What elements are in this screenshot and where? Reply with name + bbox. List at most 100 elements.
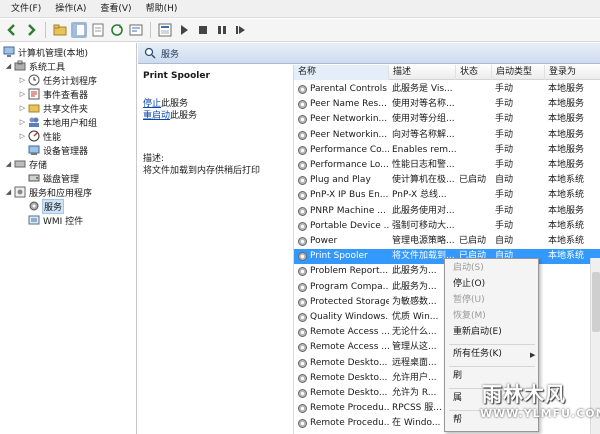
expand-arrow-icon[interactable]: ▷	[18, 104, 27, 112]
restart-service-line: 重启动此服务	[143, 110, 288, 122]
menu-item-help[interactable]: 帮	[453, 413, 462, 428]
cell-description-text: 允许用户...	[392, 372, 437, 383]
forward-icon[interactable]	[23, 22, 39, 38]
collapse-arrow-icon[interactable]: ◢	[4, 160, 13, 168]
cell-name-text: Peer Networkin...	[310, 114, 388, 125]
expand-arrow-icon[interactable]: ▷	[18, 90, 27, 98]
cell-name: PnP-X IP Bus En...	[294, 188, 389, 203]
stop-icon[interactable]	[195, 22, 211, 38]
table-row[interactable]: Parental Controls 此服务是 Vis... 手动 本地服务	[294, 82, 600, 97]
service-gear-icon	[298, 191, 307, 201]
service-gear-icon	[298, 206, 307, 216]
cell-description-text: 使用对等名称...	[392, 99, 455, 110]
service-gear-icon	[298, 237, 307, 246]
up-folder-icon[interactable]	[52, 22, 68, 38]
refresh-icon[interactable]	[90, 22, 106, 38]
column-header-name[interactable]: 名称	[294, 65, 389, 80]
help-icon[interactable]	[128, 22, 144, 38]
expand-arrow-icon[interactable]: ▷	[18, 132, 27, 140]
menu-item-all-tasks[interactable]: 所有任务(K)	[453, 347, 502, 362]
column-header-status[interactable]: 状态	[456, 65, 492, 80]
pause-icon[interactable]	[214, 22, 230, 38]
table-row[interactable]: Peer Name Res... 使用对等名称... 手动 本地服务	[294, 97, 600, 112]
collapse-arrow-icon[interactable]: ◢	[4, 188, 13, 196]
tree-item-event-viewer[interactable]: ▷ 事件查看器	[18, 87, 88, 101]
stop-service-link[interactable]: 停止	[143, 99, 161, 109]
tree-item-performance[interactable]: ▷ 性能	[18, 129, 61, 143]
scrollbar-thumb[interactable]	[592, 272, 600, 332]
tree-label: 服务	[41, 198, 65, 214]
event-viewer-icon	[28, 88, 40, 100]
cell-description-text: 强制可移动大...	[392, 220, 455, 231]
table-row[interactable]: Performance Co... Enables rem... 手动 本地服务	[294, 143, 600, 158]
tree-item-local-users[interactable]: ▷ 本地用户和组	[18, 115, 97, 129]
menu-separator	[449, 366, 535, 367]
table-row[interactable]: Peer Networkin... 向对等名称解... 手动 本地服务	[294, 128, 600, 143]
service-gear-icon	[298, 419, 307, 429]
expand-arrow-icon[interactable]: ▷	[18, 76, 27, 84]
column-header-startup-type[interactable]: 启动类型	[492, 65, 545, 80]
table-row[interactable]: PnP-X IP Bus En... PnP-X 总线... 手动 本地系统	[294, 188, 600, 203]
table-row[interactable]: Power 管理电源策略... 已启动 自动 本地系统	[294, 234, 600, 249]
tree-item-computer-management[interactable]: 计算机管理(本地)	[3, 45, 88, 59]
cell-status	[456, 112, 492, 127]
show-tree-icon[interactable]	[71, 22, 87, 38]
cell-name-text: Remote Deskto...	[310, 357, 388, 368]
cell-name: Portable Device ...	[294, 219, 389, 234]
column-header-description[interactable]: 描述	[389, 65, 456, 80]
collapse-arrow-icon[interactable]: ◢	[4, 62, 13, 70]
tree-item-device-manager[interactable]: 设备管理器	[28, 143, 88, 157]
menu-item-properties[interactable]: 属	[453, 391, 462, 406]
tree-item-services-apps[interactable]: ◢ 服务和应用程序	[4, 185, 92, 199]
menu-help[interactable]: 帮助(H)	[139, 0, 185, 18]
table-row[interactable]: Peer Networkin... 使用对等分组... 手动 本地服务	[294, 112, 600, 127]
menu-separator	[449, 344, 535, 345]
tree-item-services[interactable]: 服务	[28, 198, 65, 214]
table-row[interactable]: Performance Lo... 性能日志和警... 手动 本地服务	[294, 158, 600, 173]
cell-logon: 本地服务	[545, 97, 600, 112]
tree-label: 事件查看器	[43, 90, 89, 101]
cell-logon-text: 本地服务	[548, 84, 585, 94]
tree-item-wmi[interactable]: WMI 控件	[28, 213, 83, 227]
cell-name: Peer Networkin...	[294, 128, 389, 143]
back-icon[interactable]	[4, 22, 20, 38]
tree-item-system-tools[interactable]: ◢ 系统工具	[4, 59, 65, 73]
tree-item-task-scheduler[interactable]: ▷ 任务计划程序	[18, 73, 97, 87]
service-gear-icon	[298, 313, 307, 322]
service-gear-icon	[298, 404, 307, 414]
table-row[interactable]: Plug and Play 使计算机在极... 已启动 自动 本地系统	[294, 173, 600, 188]
menu-item-start[interactable]: 启动(S)	[453, 261, 484, 276]
service-gear-icon	[298, 297, 307, 307]
cell-name: Remote Deskto...	[294, 371, 389, 386]
menu-action[interactable]: 操作(A)	[48, 0, 93, 18]
column-header-logon[interactable]: 登录为	[545, 65, 600, 80]
properties-icon[interactable]	[157, 22, 173, 38]
cell-startup-type: 手动	[492, 97, 545, 112]
cell-status	[456, 82, 492, 97]
play-icon[interactable]	[176, 22, 192, 38]
menu-item-resume[interactable]: 恢复(M)	[453, 309, 486, 324]
menu-item-stop[interactable]: 停止(O)	[453, 277, 485, 292]
restart-service-link[interactable]: 重启动	[143, 111, 170, 121]
selected-service-name: Print Spooler	[143, 71, 210, 81]
tree-item-storage[interactable]: ◢ 存储	[4, 157, 47, 171]
menu-item-pause[interactable]: 暂停(U)	[453, 293, 485, 308]
tree-item-shared-folders[interactable]: ▷ 共享文件夹	[18, 101, 88, 115]
cell-logon-text: 本地系统	[548, 175, 585, 186]
menu-file[interactable]: 文件(F)	[4, 0, 48, 18]
table-row[interactable]: Portable Device ... 强制可移动大... 手动 本地系统	[294, 219, 600, 234]
cell-startup-type-text: 手动	[495, 84, 514, 94]
export-icon[interactable]	[109, 22, 125, 38]
expand-arrow-icon[interactable]: ▷	[18, 118, 27, 126]
restart-icon[interactable]	[233, 22, 249, 38]
tree-item-disk-management[interactable]: 磁盘管理	[28, 171, 79, 185]
cell-logon: 本地服务	[545, 158, 600, 173]
cell-description-text: 使用对等分组...	[392, 114, 455, 125]
table-row[interactable]: PNRP Machine ... 此服务使用对... 手动 本地服务	[294, 204, 600, 219]
menu-view[interactable]: 查看(V)	[93, 0, 138, 18]
cell-description-text: 向对等名称解...	[392, 129, 455, 140]
cell-name: Remote Procedu...	[294, 416, 389, 431]
menu-item-refresh[interactable]: 刷	[453, 369, 462, 384]
menu-item-restart[interactable]: 重新启动(E)	[453, 325, 502, 340]
toolbar-separator	[45, 22, 46, 38]
